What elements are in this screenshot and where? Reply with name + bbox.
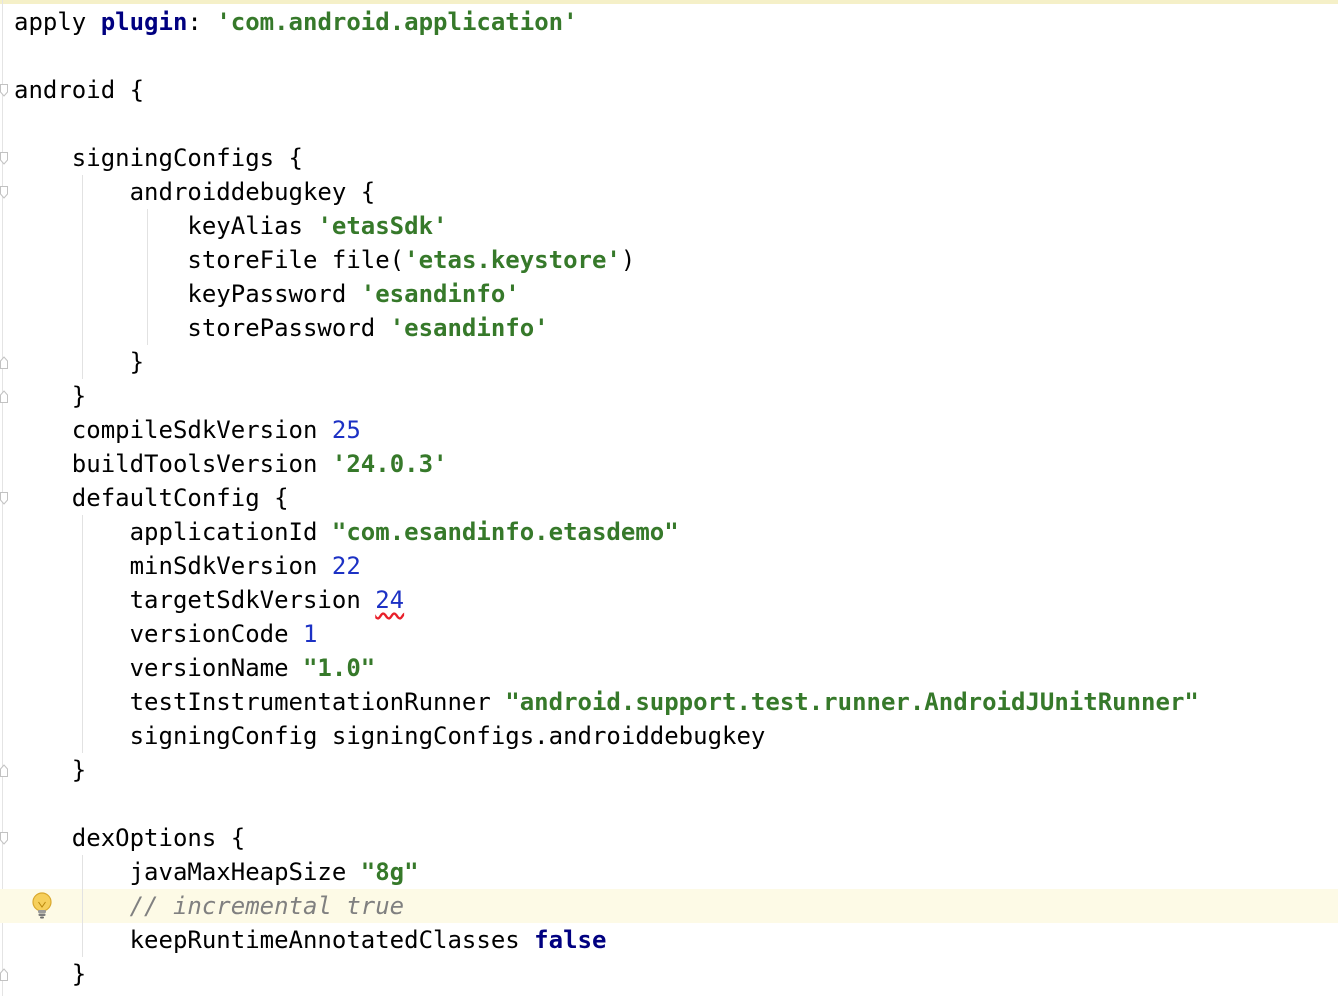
fold-open-icon[interactable]: [0, 832, 8, 845]
code-line[interactable]: testInstrumentationRunner "android.suppo…: [14, 685, 1199, 719]
fold-open-icon[interactable]: [0, 186, 8, 199]
string-literal: '24.0.3': [331, 450, 448, 478]
number-literal: 24: [375, 586, 405, 614]
fold-open-icon[interactable]: [0, 84, 8, 97]
string-literal: 'etasSdk': [317, 212, 448, 240]
code-text: storePassword: [14, 314, 390, 342]
editor-top-border: [0, 0, 1338, 4]
code-text: storeFile file(: [14, 246, 405, 274]
code-line[interactable]: versionCode 1: [14, 617, 318, 651]
fold-open-icon[interactable]: [0, 152, 8, 165]
code-text: javaMaxHeapSize: [14, 858, 361, 886]
code-line[interactable]: storePassword 'esandinfo': [14, 311, 549, 345]
code-line[interactable]: versionName "1.0": [14, 651, 376, 685]
comment: // incremental true: [129, 892, 405, 920]
code-text: :: [187, 8, 217, 36]
code-line[interactable]: }: [14, 753, 86, 787]
string-literal: 'esandinfo': [389, 314, 549, 342]
fold-close-icon[interactable]: [0, 968, 8, 981]
code-line[interactable]: // incremental true: [14, 889, 405, 923]
code-text: compileSdkVersion: [14, 416, 332, 444]
code-line[interactable]: javaMaxHeapSize "8g": [14, 855, 419, 889]
fold-close-icon[interactable]: [0, 356, 8, 369]
code-text: versionCode: [14, 620, 303, 648]
code-line[interactable]: applicationId "com.esandinfo.etasdemo": [14, 515, 679, 549]
code-text: androiddebugkey {: [14, 178, 376, 206]
code-line[interactable]: signingConfig signingConfigs.androiddebu…: [14, 719, 766, 753]
code-line[interactable]: keyAlias 'etasSdk': [14, 209, 447, 243]
string-literal: 'com.android.application': [216, 8, 578, 36]
string-literal: 'esandinfo': [360, 280, 520, 308]
code-line[interactable]: keepRuntimeAnnotatedClasses false: [14, 923, 607, 957]
code-text: buildToolsVersion: [14, 450, 332, 478]
code-text: testInstrumentationRunner: [14, 688, 506, 716]
code-line[interactable]: }: [14, 957, 86, 991]
code-line[interactable]: keyPassword 'esandinfo': [14, 277, 520, 311]
code-line[interactable]: dexOptions {: [14, 821, 245, 855]
code-line[interactable]: minSdkVersion 22: [14, 549, 361, 583]
code-editor[interactable]: apply plugin: 'com.android.application' a…: [0, 0, 1338, 996]
number-literal: 22: [331, 552, 361, 580]
string-literal: "8g": [360, 858, 419, 886]
code-text: apply: [14, 8, 101, 36]
code-line[interactable]: }: [14, 345, 144, 379]
keyword: false: [534, 926, 607, 954]
fold-open-icon[interactable]: [0, 492, 8, 505]
string-literal: "com.esandinfo.etasdemo": [331, 518, 679, 546]
code-line[interactable]: }: [14, 379, 86, 413]
fold-close-icon[interactable]: [0, 390, 8, 403]
code-line[interactable]: signingConfigs {: [14, 141, 303, 175]
code-text: signingConfigs {: [14, 144, 303, 172]
code-line[interactable]: targetSdkVersion 24: [14, 583, 405, 617]
code-text: dexOptions {: [14, 824, 246, 852]
code-line[interactable]: apply plugin: 'com.android.application': [14, 5, 578, 39]
string-literal: "android.support.test.runner.AndroidJUni…: [505, 688, 1199, 716]
code-text: android {: [14, 76, 145, 104]
code-line[interactable]: defaultConfig {: [14, 481, 289, 515]
code-text: }: [14, 382, 87, 410]
code-text: applicationId: [14, 518, 332, 546]
code-text: keepRuntimeAnnotatedClasses: [14, 926, 535, 954]
code-text: }: [14, 348, 145, 376]
code-line[interactable]: buildToolsVersion '24.0.3': [14, 447, 448, 481]
code-line[interactable]: android {: [14, 73, 144, 107]
code-text: targetSdkVersion: [14, 586, 376, 614]
code-line[interactable]: androiddebugkey {: [14, 175, 376, 209]
string-literal: "1.0": [302, 654, 376, 682]
code-line[interactable]: storeFile file('etas.keystore'): [14, 243, 635, 277]
code-text: minSdkVersion: [14, 552, 332, 580]
code-text: versionName: [14, 654, 303, 682]
fold-close-icon[interactable]: [0, 764, 8, 777]
code-line[interactable]: compileSdkVersion 25: [14, 413, 361, 447]
string-literal: 'etas.keystore': [404, 246, 621, 274]
code-text: }: [14, 960, 87, 988]
code-text: ): [620, 246, 636, 274]
number-literal: 1: [302, 620, 318, 648]
code-text: }: [14, 756, 87, 784]
number-literal: 25: [331, 416, 361, 444]
code-text: keyPassword: [14, 280, 361, 308]
code-text: signingConfig signingConfigs.androiddebu…: [14, 722, 766, 750]
keyword: plugin: [100, 8, 188, 36]
code-text: keyAlias: [14, 212, 318, 240]
code-text: defaultConfig {: [14, 484, 289, 512]
